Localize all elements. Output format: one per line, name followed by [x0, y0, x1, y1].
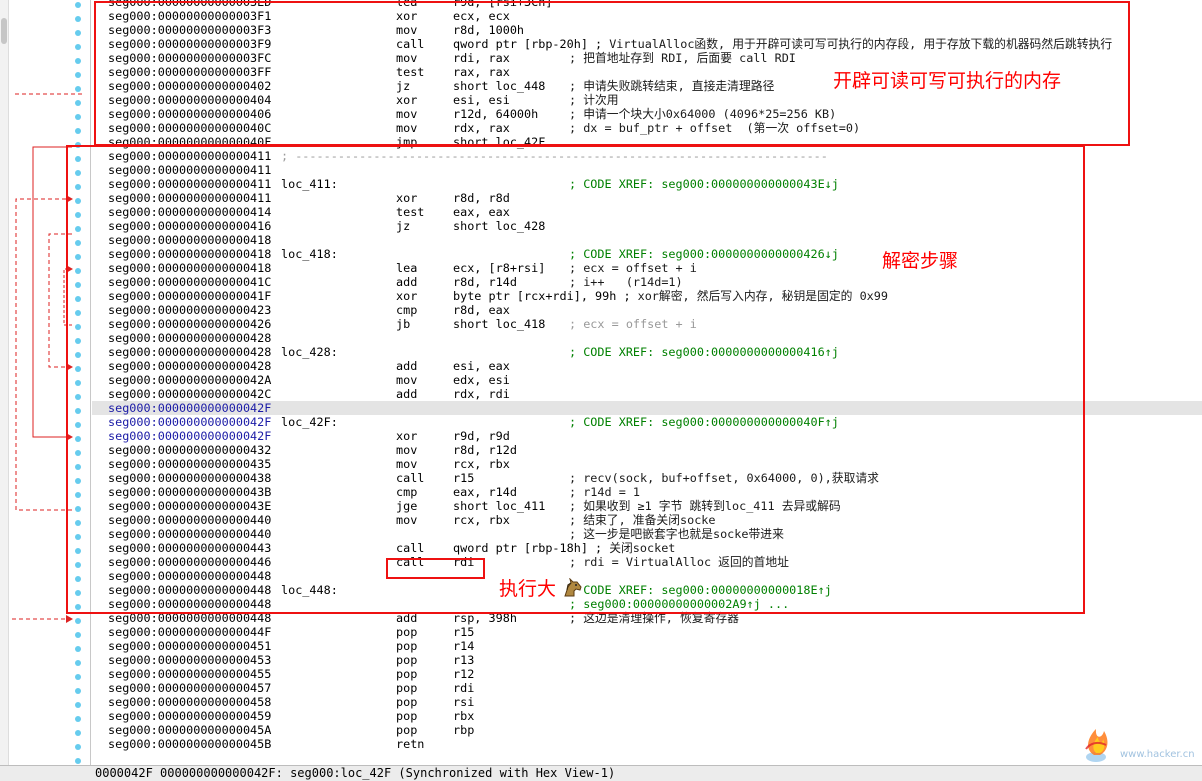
watermark-text: www.hacker.cn [1120, 749, 1195, 760]
flame-logo-icon [1085, 729, 1108, 762]
listing-line[interactable]: seg000:0000000000000453 pop r13 [92, 653, 1202, 667]
listing-line[interactable]: seg000:000000000000045B retn [92, 737, 1202, 751]
instruction-mnemonic: pop [396, 681, 418, 695]
execute-annotation: 执行大 [499, 577, 584, 600]
listing-line[interactable]: seg000:000000000000044F pop r15 [92, 625, 1202, 639]
line-address: seg000:0000000000000457 [108, 681, 272, 695]
instruction-mnemonic: pop [396, 639, 418, 653]
listing-line[interactable]: seg000:0000000000000455 pop r12 [92, 667, 1202, 681]
instruction-mnemonic: pop [396, 625, 418, 639]
jump-arrow-jge-411 [15, 198, 72, 511]
decrypt-annotation: 解密步骤 [882, 250, 959, 272]
listing-line[interactable]: seg000:0000000000000451 pop r14 [92, 639, 1202, 653]
decrypt-highlight-box [66, 145, 1085, 614]
listing-line[interactable]: seg000:000000000000045A pop rbp [92, 723, 1202, 737]
line-address: seg000:000000000000045A [108, 723, 272, 737]
line-address: seg000:0000000000000451 [108, 639, 272, 653]
listing-line[interactable]: seg000:0000000000000459 pop rbx [92, 709, 1202, 723]
line-address: seg000:0000000000000453 [108, 653, 272, 667]
call-rdi-highlight-box [386, 558, 485, 579]
instruction-mnemonic: pop [396, 695, 418, 709]
instruction-operands: rsi [453, 695, 475, 709]
instruction-operands: r13 [453, 653, 475, 667]
status-bar-left [0, 765, 91, 781]
listing-line[interactable]: seg000:0000000000000457 pop rdi [92, 681, 1202, 695]
execute-annotation-text: 执行大 [499, 578, 557, 600]
instruction-mnemonic: pop [396, 667, 418, 681]
line-address: seg000:0000000000000458 [108, 695, 272, 709]
instruction-mnemonic: pop [396, 723, 418, 737]
instruction-operands: r15 [453, 625, 475, 639]
alloc-annotation: 开辟可读可写可执行的内存 [833, 70, 1062, 92]
line-address: seg000:0000000000000455 [108, 667, 272, 681]
line-address: seg000:0000000000000459 [108, 709, 272, 723]
watermark: www.hacker.cn [1076, 719, 1202, 765]
status-bar: 0000042F 000000000000042F: seg000:loc_42… [91, 765, 1202, 781]
instruction-operands: rdi [453, 681, 475, 695]
horse-head-icon [564, 577, 582, 597]
arrowhead-loc-448 [66, 615, 73, 623]
instruction-mnemonic: retn [396, 737, 425, 751]
line-address: seg000:000000000000045B [108, 737, 272, 751]
line-address: seg000:000000000000044F [108, 625, 272, 639]
instruction-operands: rbx [453, 709, 475, 723]
instruction-mnemonic: pop [396, 653, 418, 667]
instruction-operands: rbp [453, 723, 475, 737]
instruction-operands: r12 [453, 667, 475, 681]
instruction-operands: r14 [453, 639, 475, 653]
instruction-mnemonic: pop [396, 709, 418, 723]
listing-line[interactable]: seg000:0000000000000458 pop rsi [92, 695, 1202, 709]
